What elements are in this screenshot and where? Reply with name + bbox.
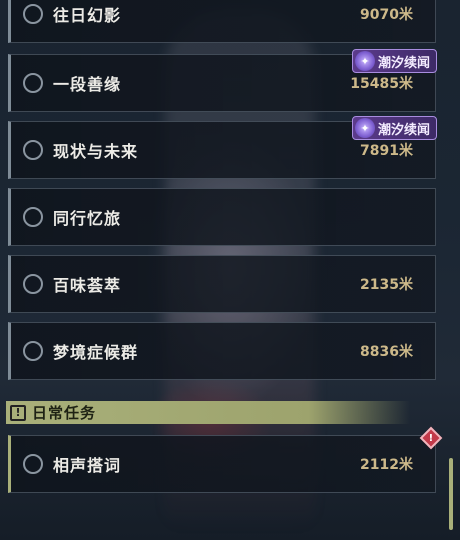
quest-item-mengjing[interactable]: 梦境症候群 8836米 <box>8 322 436 380</box>
quest-item-yiduan[interactable]: 一段善缘 15485米 ✦ 潮汐续闻 <box>8 49 437 112</box>
daily-section-title: 日常任务 <box>32 404 97 422</box>
quest-distance: 8836米 <box>360 344 413 360</box>
tide-event-icon: ✦ <box>354 51 375 71</box>
quest-name: 梦境症候群 <box>53 343 139 362</box>
event-tag: ✦ 潮汐续闻 <box>351 49 437 73</box>
quest-item-xianzhuang[interactable]: 现状与未来 7891米 ✦ 潮汐续闻 <box>8 116 437 179</box>
quest-name: 往日幻影 <box>53 6 122 25</box>
quest-name: 现状与未来 <box>53 142 139 161</box>
quest-name: 同行忆旅 <box>53 209 122 228</box>
tide-event-icon: ✦ <box>354 118 375 138</box>
quest-item-baiwei[interactable]: 百味荟萃 2135米 <box>8 255 436 313</box>
alert-diamond-icon: ! <box>419 426 443 450</box>
quest-distance: 2135米 <box>360 277 413 293</box>
radio-circle-icon[interactable] <box>23 454 43 474</box>
quest-item-xiangsheng[interactable]: 相声搭词 2112米 ! <box>8 426 443 493</box>
radio-circle-icon[interactable] <box>23 341 43 361</box>
quest-name: 百味荟萃 <box>53 276 122 295</box>
quest-distance: 2112米 <box>360 457 413 473</box>
quest-item-tongxing[interactable]: 同行忆旅 <box>8 188 436 246</box>
quest-name: 一段善缘 <box>53 75 122 94</box>
event-tag: ✦ 潮汐续闻 <box>351 116 437 140</box>
quest-distance: 9070米 <box>360 7 413 23</box>
exclamation-box-icon: ! <box>10 404 26 421</box>
scrollbar-thumb[interactable] <box>449 458 453 530</box>
radio-circle-icon[interactable] <box>23 73 43 93</box>
radio-circle-icon[interactable] <box>23 274 43 294</box>
radio-circle-icon[interactable] <box>23 207 43 227</box>
radio-circle-icon[interactable] <box>23 140 43 160</box>
event-tag-label: 潮汐续闻 <box>377 122 430 138</box>
quest-name: 相声搭词 <box>53 456 122 475</box>
daily-section-header[interactable]: ! 日常任务 <box>6 401 410 424</box>
quest-item-wangri[interactable]: 往日幻影 9070米 <box>8 0 436 43</box>
event-tag-label: 潮汐续闻 <box>377 55 430 71</box>
radio-circle-icon[interactable] <box>23 4 43 24</box>
